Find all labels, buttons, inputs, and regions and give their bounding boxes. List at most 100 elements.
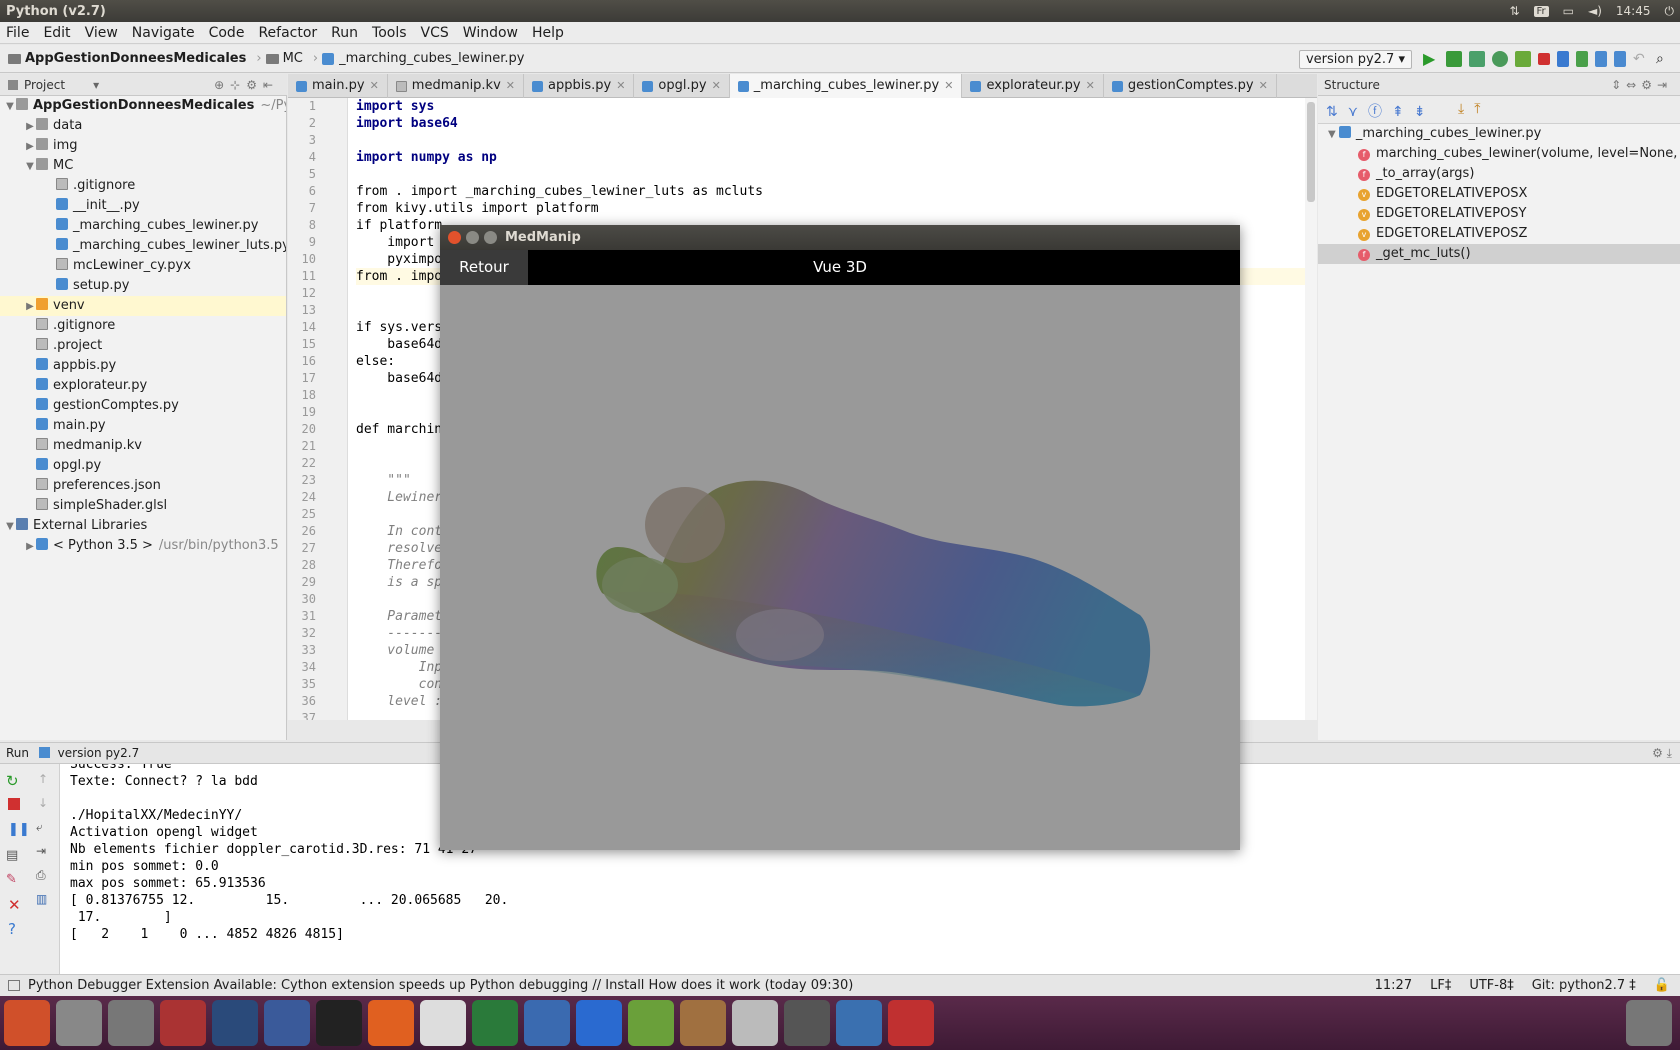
tab-gestioncomptes-py[interactable]: gestionComptes.py ✕ bbox=[1104, 74, 1277, 98]
close-tab-icon[interactable]: ✕ bbox=[1086, 74, 1095, 98]
close-tab-icon[interactable]: ✕ bbox=[944, 74, 953, 98]
code-line[interactable]: import base64 bbox=[356, 115, 1317, 132]
pycharm-icon[interactable] bbox=[472, 1000, 518, 1046]
scroll-down-icon[interactable]: ↓ bbox=[38, 796, 48, 810]
line-separator[interactable]: LF‡ bbox=[1430, 978, 1451, 993]
chevron-right-icon[interactable]: ▶ bbox=[24, 297, 36, 317]
close-tab-icon[interactable]: ✕ bbox=[370, 74, 379, 98]
menu-refactor[interactable]: Refactor bbox=[258, 25, 317, 41]
menu-tools[interactable]: Tools bbox=[372, 25, 407, 41]
concurrency-icon[interactable] bbox=[1515, 51, 1531, 67]
project-panel-label[interactable]: Project bbox=[24, 78, 65, 92]
menu-view[interactable]: View bbox=[85, 25, 118, 41]
chevron-down-icon[interactable]: ▼ bbox=[1328, 129, 1339, 140]
structure-item[interactable]: ▼ _marching_cubes_lewiner.py bbox=[1318, 124, 1680, 144]
scroll-up-icon[interactable]: ↑ bbox=[38, 772, 48, 786]
chevron-right-icon[interactable]: ▶ bbox=[24, 137, 36, 157]
tree-item[interactable]: opgl.py bbox=[0, 456, 286, 476]
image-viewer-icon[interactable] bbox=[524, 1000, 570, 1046]
menu-file[interactable]: File bbox=[6, 25, 29, 41]
tree-item[interactable]: appbis.py bbox=[0, 356, 286, 376]
code-line[interactable] bbox=[356, 132, 1317, 149]
back-button[interactable]: Retour bbox=[440, 250, 528, 285]
layout-icon[interactable]: ▤ bbox=[6, 848, 18, 863]
menu-window[interactable]: Window bbox=[463, 25, 518, 41]
vcs-commit-icon[interactable] bbox=[1576, 51, 1588, 67]
menu-navigate[interactable]: Navigate bbox=[132, 25, 195, 41]
python-icon[interactable] bbox=[836, 1000, 882, 1046]
close-tab-icon[interactable]: ✕ bbox=[712, 74, 721, 98]
menu-code[interactable]: Code bbox=[209, 25, 245, 41]
tree-item[interactable]: .gitignore bbox=[0, 316, 286, 336]
menu-edit[interactable]: Edit bbox=[43, 25, 70, 41]
tree-item[interactable]: setup.py bbox=[0, 276, 286, 296]
structure-item[interactable]: v EDGETORELATIVEPOSX bbox=[1318, 184, 1680, 204]
profile-icon[interactable] bbox=[1492, 51, 1508, 67]
status-message[interactable]: Python Debugger Extension Available: Cyt… bbox=[28, 978, 1375, 993]
pin-icon[interactable]: ✎ bbox=[6, 872, 17, 887]
software-updater-icon[interactable] bbox=[784, 1000, 830, 1046]
code-line[interactable]: import numpy as np bbox=[356, 149, 1317, 166]
code-line[interactable]: from kivy.utils import platform bbox=[356, 200, 1317, 217]
power-icon[interactable]: ⏻ bbox=[1665, 4, 1675, 19]
tree-item[interactable]: .project bbox=[0, 336, 286, 356]
archive-icon[interactable] bbox=[680, 1000, 726, 1046]
menu-help[interactable]: Help bbox=[532, 25, 564, 41]
tree-item[interactable]: ▼ AppGestionDonneesMedicales ~/Pycha bbox=[0, 96, 286, 116]
disks-icon[interactable] bbox=[56, 1000, 102, 1046]
tree-item[interactable]: mcLewiner_cy.pyx bbox=[0, 256, 286, 276]
wxhex-icon[interactable] bbox=[576, 1000, 622, 1046]
close-tab-icon[interactable]: ✕ bbox=[1259, 74, 1268, 98]
structure-item[interactable]: f _get_mc_luts() bbox=[1318, 244, 1680, 264]
structure-item[interactable]: f marching_cubes_lewiner(volume, level=No… bbox=[1318, 144, 1680, 164]
tab-opgl-py[interactable]: opgl.py ✕ bbox=[634, 74, 730, 98]
tree-item[interactable]: ▶ venv bbox=[0, 296, 286, 316]
stop-icon[interactable] bbox=[8, 798, 20, 810]
close-window-icon[interactable] bbox=[448, 231, 461, 244]
tree-item[interactable]: main.py bbox=[0, 416, 286, 436]
tree-item[interactable]: explorateur.py bbox=[0, 376, 286, 396]
tab--marching-cubes-lewiner-py[interactable]: _marching_cubes_lewiner.py ✕ bbox=[729, 74, 963, 98]
chevron-down-icon[interactable]: ▼ bbox=[24, 157, 36, 177]
tree-item[interactable]: gestionComptes.py bbox=[0, 396, 286, 416]
code-line[interactable]: import sys bbox=[356, 98, 1317, 115]
chevron-right-icon[interactable]: ▶ bbox=[24, 537, 36, 557]
breadcrumb-file[interactable]: _marching_cubes_lewiner.py bbox=[322, 51, 525, 66]
tree-item[interactable]: ▶ data bbox=[0, 116, 286, 136]
tree-item[interactable]: preferences.json bbox=[0, 476, 286, 496]
tab-main-py[interactable]: main.py ✕ bbox=[288, 74, 388, 98]
minimize-window-icon[interactable] bbox=[466, 231, 479, 244]
vcs-update-icon[interactable] bbox=[1557, 51, 1569, 67]
clock[interactable]: 14:45 bbox=[1616, 4, 1651, 18]
maximize-window-icon[interactable] bbox=[484, 231, 497, 244]
vcs-history-icon[interactable] bbox=[1614, 51, 1626, 67]
tree-item[interactable]: ▼ External Libraries bbox=[0, 516, 286, 536]
battery-icon[interactable]: ▭ bbox=[1563, 4, 1574, 18]
tree-item[interactable]: ▶ img bbox=[0, 136, 286, 156]
structure-item[interactable]: f _to_array(args) bbox=[1318, 164, 1680, 184]
autoscroll-icons[interactable]: ⤓⤒ bbox=[1458, 101, 1490, 117]
terminal-icon[interactable] bbox=[316, 1000, 362, 1046]
rerun-icon[interactable]: ↻ bbox=[6, 772, 19, 790]
keyboard-layout-indicator[interactable]: Fr bbox=[1533, 5, 1549, 17]
close-tab-icon[interactable]: ✕ bbox=[506, 74, 515, 98]
trash-icon[interactable] bbox=[1626, 1000, 1672, 1046]
remote-icon[interactable] bbox=[212, 1000, 258, 1046]
gedit-icon[interactable] bbox=[732, 1000, 778, 1046]
vcs-compare-icon[interactable] bbox=[1595, 51, 1607, 67]
close-tab-icon[interactable]: ✕ bbox=[616, 74, 625, 98]
tree-item[interactable]: __init__.py bbox=[0, 196, 286, 216]
tree-item[interactable]: _marching_cubes_lewiner_luts.py bbox=[0, 236, 286, 256]
tree-item[interactable]: _marching_cubes_lewiner.py bbox=[0, 216, 286, 236]
chevron-down-icon[interactable]: ▼ bbox=[4, 517, 16, 537]
trash-icon[interactable]: ▥ bbox=[36, 892, 47, 906]
ubuntu-icon[interactable] bbox=[4, 1000, 50, 1046]
tree-item[interactable]: ▶ < Python 3.5 > /usr/bin/python3.5 bbox=[0, 536, 286, 556]
menu-vcs[interactable]: VCS bbox=[421, 25, 449, 41]
tab-appbis-py[interactable]: appbis.py ✕ bbox=[524, 74, 635, 98]
scroll-end-icon[interactable]: ⇥ bbox=[36, 844, 46, 858]
tree-item[interactable]: medmanip.kv bbox=[0, 436, 286, 456]
opengl-3d-view[interactable] bbox=[440, 285, 1240, 850]
structure-tree[interactable]: ▼ _marching_cubes_lewiner.py f marching_cu… bbox=[1318, 124, 1680, 740]
file-encoding[interactable]: UTF-8‡ bbox=[1469, 978, 1513, 993]
